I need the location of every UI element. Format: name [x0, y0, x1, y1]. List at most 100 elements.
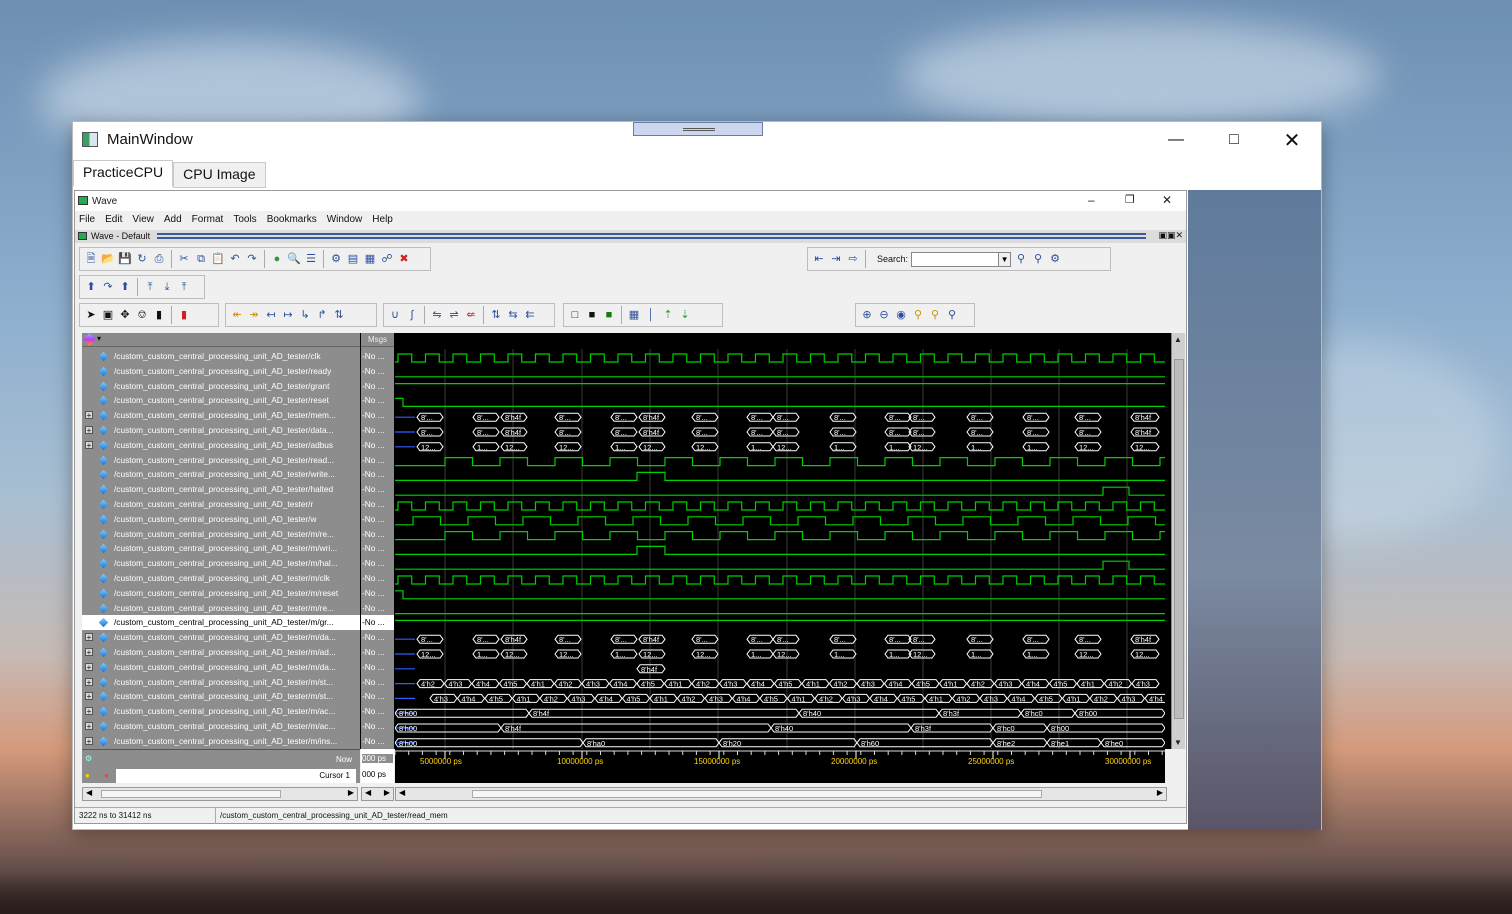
- scroll-right-icon[interactable]: ▶: [1157, 788, 1163, 797]
- full-view-icon[interactable]: ■: [602, 308, 616, 322]
- waveform-area[interactable]: 8'... 8'... 8'h4f 8'... 8'... 8'h4f 8'... 8'...…: [395, 349, 1165, 749]
- signal-row[interactable]: /custom_custom_central_processing_unit_A…: [82, 571, 360, 586]
- lock-cursor-icon[interactable]: ∫: [405, 308, 419, 322]
- pulse-icon[interactable]: ⇡: [661, 308, 675, 322]
- zoom-cursor-icon[interactable]: ⚲: [911, 308, 925, 322]
- open-icon[interactable]: 📂: [101, 252, 115, 266]
- run-all-icon[interactable]: ⤒: [177, 280, 191, 294]
- signal-row[interactable]: + /custom_custom_central_processing_unit_…: [82, 675, 360, 690]
- zoom-in-icon[interactable]: ⊕: [860, 308, 874, 322]
- wave-scroll-thumb[interactable]: [472, 790, 1042, 798]
- search-options-icon[interactable]: ⇨: [846, 252, 860, 266]
- signal-row[interactable]: + /custom_custom_central_processing_unit_…: [82, 660, 360, 675]
- names-scroll-thumb[interactable]: [101, 790, 281, 798]
- pan-icon[interactable]: ✥: [118, 308, 132, 322]
- undo-icon[interactable]: ↶: [228, 252, 242, 266]
- expand-icon[interactable]: +: [85, 411, 93, 420]
- signal-row[interactable]: + /custom_custom_central_processing_unit_…: [82, 408, 360, 423]
- zoom-full-icon[interactable]: ◉: [894, 308, 908, 322]
- new-icon[interactable]: 🗎: [84, 252, 98, 266]
- expand-icon[interactable]: ⇅: [489, 308, 503, 322]
- signal-row[interactable]: /custom_custom_central_processing_unit_A…: [82, 512, 360, 527]
- paste-icon[interactable]: 📋: [211, 252, 225, 266]
- search-input[interactable]: ▼: [911, 251, 1012, 267]
- menu-help[interactable]: Help: [372, 214, 393, 228]
- doc-controls[interactable]: ▣▣✕: [1158, 230, 1183, 241]
- names-header[interactable]: ▾: [82, 333, 360, 347]
- step-icon[interactable]: ⬆: [84, 280, 98, 294]
- cut-icon[interactable]: ✂: [177, 252, 191, 266]
- scroll-left-icon[interactable]: ◀: [86, 788, 92, 797]
- search-next-icon[interactable]: ⇥: [829, 252, 843, 266]
- minimize-button[interactable]: —: [1147, 122, 1205, 158]
- menu-edit[interactable]: Edit: [105, 214, 122, 228]
- pointer-icon[interactable]: ➤: [84, 308, 98, 322]
- menu-bookmarks[interactable]: Bookmarks: [267, 214, 317, 228]
- zoom-range-icon[interactable]: ⚲: [945, 308, 959, 322]
- title-bar[interactable]: MainWindow — □ ✕: [73, 122, 1321, 158]
- outline-icon[interactable]: ☰: [304, 252, 318, 266]
- zoom-last-icon[interactable]: ⚲: [928, 308, 942, 322]
- ungroup-icon[interactable]: ⇌: [447, 308, 461, 322]
- cursor-row[interactable]: Cursor 1: [116, 769, 356, 783]
- signal-row[interactable]: /custom_custom_central_processing_unit_A…: [82, 586, 360, 601]
- signal-icon[interactable]: │: [644, 308, 658, 322]
- wave-close-button[interactable]: ✕: [1162, 193, 1172, 207]
- falling-edge-icon[interactable]: ↳: [298, 308, 312, 322]
- find-icon[interactable]: 🔍: [287, 252, 301, 266]
- drag-grip[interactable]: [633, 122, 763, 136]
- step-out-icon[interactable]: ⬆: [118, 280, 132, 294]
- scroll-down-icon[interactable]: ▼: [1174, 738, 1182, 747]
- menu-view[interactable]: View: [132, 214, 154, 228]
- remove-cursor-icon[interactable]: ⇍: [464, 308, 478, 322]
- collapse-icon[interactable]: ⇆: [506, 308, 520, 322]
- signal-row[interactable]: + /custom_custom_central_processing_unit_…: [82, 423, 360, 438]
- signal-row[interactable]: + /custom_custom_central_processing_unit_…: [82, 438, 360, 453]
- restart-icon[interactable]: ⤒: [143, 280, 157, 294]
- expand-icon[interactable]: +: [85, 662, 93, 671]
- signal-row[interactable]: /custom_custom_central_processing_unit_A…: [82, 601, 360, 616]
- table-icon[interactable]: ▦: [363, 252, 377, 266]
- print-icon[interactable]: ⎙: [152, 252, 166, 266]
- expand-icon[interactable]: +: [85, 707, 93, 716]
- signal-row[interactable]: /custom_custom_central_processing_unit_A…: [82, 615, 360, 631]
- run-icon[interactable]: ⤓: [160, 280, 174, 294]
- signal-row[interactable]: /custom_custom_central_processing_unit_A…: [82, 556, 360, 571]
- edge-right-icon[interactable]: ↦: [281, 308, 295, 322]
- zoom-out-icon[interactable]: ⊖: [877, 308, 891, 322]
- names-hscroll[interactable]: ◀ ▶: [82, 787, 358, 801]
- binoculars-next-icon[interactable]: ⚲: [1031, 252, 1045, 266]
- close-button[interactable]: ✕: [1263, 122, 1321, 158]
- signal-row[interactable]: + /custom_custom_central_processing_unit_…: [82, 704, 360, 719]
- prev-edge-icon[interactable]: ↞: [230, 308, 244, 322]
- edit-icon[interactable]: ⎊: [135, 308, 149, 322]
- scroll-up-icon[interactable]: ▲: [1174, 335, 1182, 344]
- scroll-thumb[interactable]: [1174, 359, 1184, 719]
- expand-icon[interactable]: +: [85, 736, 93, 745]
- split-icon[interactable]: ⇇: [523, 308, 537, 322]
- msgs-hscroll[interactable]: ◀ ▶: [361, 787, 394, 801]
- compile-icon[interactable]: ⚙: [329, 252, 343, 266]
- signal-row[interactable]: + /custom_custom_central_processing_unit_…: [82, 645, 360, 660]
- expand-icon[interactable]: +: [85, 648, 93, 657]
- menu-tools[interactable]: Tools: [233, 214, 256, 228]
- scroll-right-icon[interactable]: ▶: [384, 788, 390, 797]
- signal-row[interactable]: /custom_custom_central_processing_unit_A…: [82, 393, 360, 408]
- wave-restore-button[interactable]: ❐: [1125, 193, 1135, 206]
- expand-icon[interactable]: +: [85, 692, 93, 701]
- scroll-left-icon[interactable]: ◀: [365, 788, 371, 797]
- signal-row[interactable]: /custom_custom_central_processing_unit_A…: [82, 527, 360, 542]
- expand-icon[interactable]: +: [85, 440, 93, 449]
- chevron-down-icon[interactable]: ▾: [97, 334, 101, 343]
- expand-icon[interactable]: +: [85, 677, 93, 686]
- menu-file[interactable]: File: [79, 214, 95, 228]
- tab-practicecpu[interactable]: PracticeCPU: [73, 160, 174, 187]
- delete-icon[interactable]: ✖: [397, 252, 411, 266]
- wave-hscroll[interactable]: ◀ ▶: [395, 787, 1167, 801]
- menu-format[interactable]: Format: [192, 214, 224, 228]
- search-settings-icon[interactable]: ⚙: [1048, 252, 1062, 266]
- menu-window[interactable]: Window: [327, 214, 363, 228]
- vertical-scrollbar[interactable]: ▲ ▼: [1171, 333, 1185, 749]
- list-icon[interactable]: ▤: [346, 252, 360, 266]
- signal-row[interactable]: /custom_custom_central_processing_unit_A…: [82, 482, 360, 497]
